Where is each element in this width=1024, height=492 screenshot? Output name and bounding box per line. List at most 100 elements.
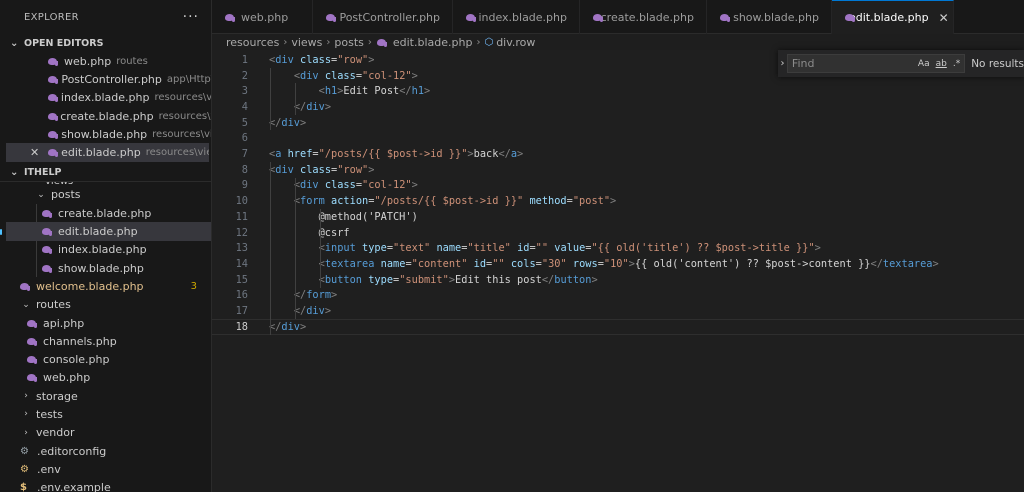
chevron-right-icon: › xyxy=(367,36,372,48)
code-line[interactable]: 13 <input type="text" name="title" id=""… xyxy=(212,240,1024,256)
tab-create[interactable]: create.blade.php xyxy=(580,0,707,34)
open-editor-name: index.blade.php xyxy=(60,91,150,105)
breadcrumb-item[interactable]: resources xyxy=(226,36,279,49)
file-editorconfig[interactable]: ⚙ .editorconfig xyxy=(0,442,211,460)
code-line[interactable]: 4 </div> xyxy=(212,99,1024,115)
open-editor-show[interactable]: show.blade.php resources\vie... xyxy=(0,125,211,143)
code-text: <div class="col-12"> xyxy=(293,179,418,192)
file-show-blade[interactable]: show.blade.php xyxy=(0,258,211,278)
code-line[interactable]: 3 <h1>Edit Post</h1> xyxy=(212,83,1024,99)
code-line[interactable]: 17 </div> xyxy=(212,303,1024,319)
file-console[interactable]: console.php xyxy=(0,350,211,368)
chevron-right-icon[interactable]: › xyxy=(778,58,787,69)
code-line[interactable]: 6 xyxy=(212,131,1024,147)
line-number: 18 xyxy=(235,320,248,333)
breadcrumb: resources › views › posts › edit.blade.p… xyxy=(226,34,535,50)
breadcrumb-item[interactable]: div.row xyxy=(496,36,535,49)
file-edit-blade[interactable]: edit.blade.php xyxy=(0,222,211,241)
file-welcome-blade[interactable]: welcome.blade.php 3 xyxy=(0,277,211,295)
file-label: .env xyxy=(37,462,61,476)
chevron-down-icon: ⌄ xyxy=(37,189,45,200)
folder-label: posts xyxy=(51,188,81,202)
whole-word-toggle[interactable]: ab xyxy=(936,59,947,69)
code-line[interactable]: 7 <a href="/posts/{{ $post->id }}">back</… xyxy=(212,146,1024,162)
file-api[interactable]: api.php xyxy=(0,314,211,332)
chevron-down-icon: ⌄ xyxy=(22,299,30,310)
file-label: channels.php xyxy=(43,334,117,348)
open-editor-web[interactable]: web.php routes xyxy=(0,52,211,70)
code-text: <form action="/posts/{{ $post->id }}" me… xyxy=(293,195,617,208)
code-text: </div> xyxy=(293,305,332,318)
file-env[interactable]: ⚙ .env xyxy=(0,460,211,478)
open-editor-name: show.blade.php xyxy=(61,127,148,141)
find-input[interactable] xyxy=(791,57,912,70)
tab-label: show.blade.php xyxy=(733,10,819,24)
tab-label: index.blade.php xyxy=(478,10,567,24)
code-line[interactable]: 5 </div> xyxy=(212,115,1024,131)
folder-routes[interactable]: ⌄ routes xyxy=(0,296,211,314)
code-text: <input type="text" name="title" id="" va… xyxy=(318,242,821,255)
file-web[interactable]: web.php xyxy=(0,369,211,387)
code-line[interactable]: 16 </form> xyxy=(212,288,1024,304)
file-label: api.php xyxy=(43,316,85,330)
folder-posts[interactable]: ⌄ posts xyxy=(0,186,211,204)
breadcrumb-item[interactable]: views xyxy=(291,36,322,49)
code-text: @method('PATCH') xyxy=(269,210,418,223)
tab-edit[interactable]: edit.blade.php ✕ xyxy=(832,0,954,34)
tab-web[interactable]: web.php xyxy=(212,0,313,34)
open-editor-index[interactable]: index.blade.php resources\vie... xyxy=(0,89,211,107)
open-editors-label: OPEN EDITORS xyxy=(24,37,104,49)
folder-storage[interactable]: › storage xyxy=(0,387,211,405)
folder-label: storage xyxy=(36,389,78,403)
tab-index[interactable]: index.blade.php xyxy=(453,0,580,34)
regex-toggle[interactable]: .* xyxy=(953,59,960,69)
file-label: .env.example xyxy=(37,481,111,492)
file-create-blade[interactable]: create.blade.php xyxy=(0,204,211,223)
folder-label: vendor xyxy=(36,426,75,440)
folder-label: routes xyxy=(36,298,71,312)
breadcrumb-item[interactable]: edit.blade.php xyxy=(393,36,473,49)
file-channels[interactable]: channels.php xyxy=(0,332,211,350)
file-env-example[interactable]: $ .env.example xyxy=(0,479,211,492)
file-label: .editorconfig xyxy=(37,444,107,458)
tab-label: PostController.php xyxy=(339,10,440,24)
tab-postcontroller[interactable]: PostController.php xyxy=(313,0,453,34)
breadcrumb-item[interactable]: posts xyxy=(334,36,364,49)
project-label: ITHELP xyxy=(24,166,62,178)
open-editor-edit[interactable]: ✕ edit.blade.php resources\view... xyxy=(6,143,209,162)
file-index-blade[interactable]: index.blade.php xyxy=(0,240,211,259)
code-line[interactable]: 12 @csrf xyxy=(212,225,1024,241)
code-line[interactable]: 8 <div class="row"> xyxy=(212,162,1024,178)
code-text: <div class="row"> xyxy=(269,53,375,66)
code-line[interactable]: 10 <form action="/posts/{{ $post->id }}"… xyxy=(212,193,1024,209)
close-icon[interactable]: ✕ xyxy=(30,146,39,159)
match-case-toggle[interactable]: Aa xyxy=(918,59,930,69)
open-editor-postcontroller[interactable]: PostController.php app\Http\... xyxy=(0,70,211,88)
code-text: <a href="/posts/{{ $post->id }}">back</a… xyxy=(269,148,524,161)
folder-vendor[interactable]: › vendor xyxy=(0,424,211,442)
code-line[interactable]: 9 <div class="col-12"> xyxy=(212,178,1024,194)
code-line[interactable]: 14 <textarea name="content" id="" cols="… xyxy=(212,256,1024,272)
code-text: <textarea name="content" id="" cols="30"… xyxy=(318,257,939,270)
dollar-icon: $ xyxy=(20,482,27,492)
tab-show[interactable]: show.blade.php xyxy=(707,0,832,34)
indent-guide xyxy=(36,258,37,278)
code-line[interactable]: 11 @method('PATCH') xyxy=(212,209,1024,225)
open-editor-create[interactable]: create.blade.php resources\vie... xyxy=(0,107,211,125)
php-file-icon xyxy=(41,227,53,237)
php-file-icon xyxy=(47,93,58,103)
indent-guide xyxy=(36,204,37,223)
code-editor[interactable]: 1 <div class="row"> 2 <div class="col-12">… xyxy=(212,50,1024,492)
more-actions-icon[interactable]: ··· xyxy=(183,9,199,25)
open-editors-header[interactable]: ⌄ OPEN EDITORS xyxy=(0,34,211,52)
line-number: 12 xyxy=(235,226,248,239)
folder-tests[interactable]: › tests xyxy=(0,405,211,423)
code-text: </div> xyxy=(269,320,307,333)
code-text: <div class="row"> xyxy=(269,163,375,176)
php-file-icon xyxy=(719,13,731,22)
php-file-icon xyxy=(41,264,53,273)
code-line[interactable]: 18 </div> xyxy=(212,318,1024,335)
code-line[interactable]: 15 <button type="submit">Edit this post<… xyxy=(212,272,1024,288)
close-icon[interactable]: ✕ xyxy=(939,11,949,25)
project-header[interactable]: ⌄ ITHELP xyxy=(0,164,211,182)
